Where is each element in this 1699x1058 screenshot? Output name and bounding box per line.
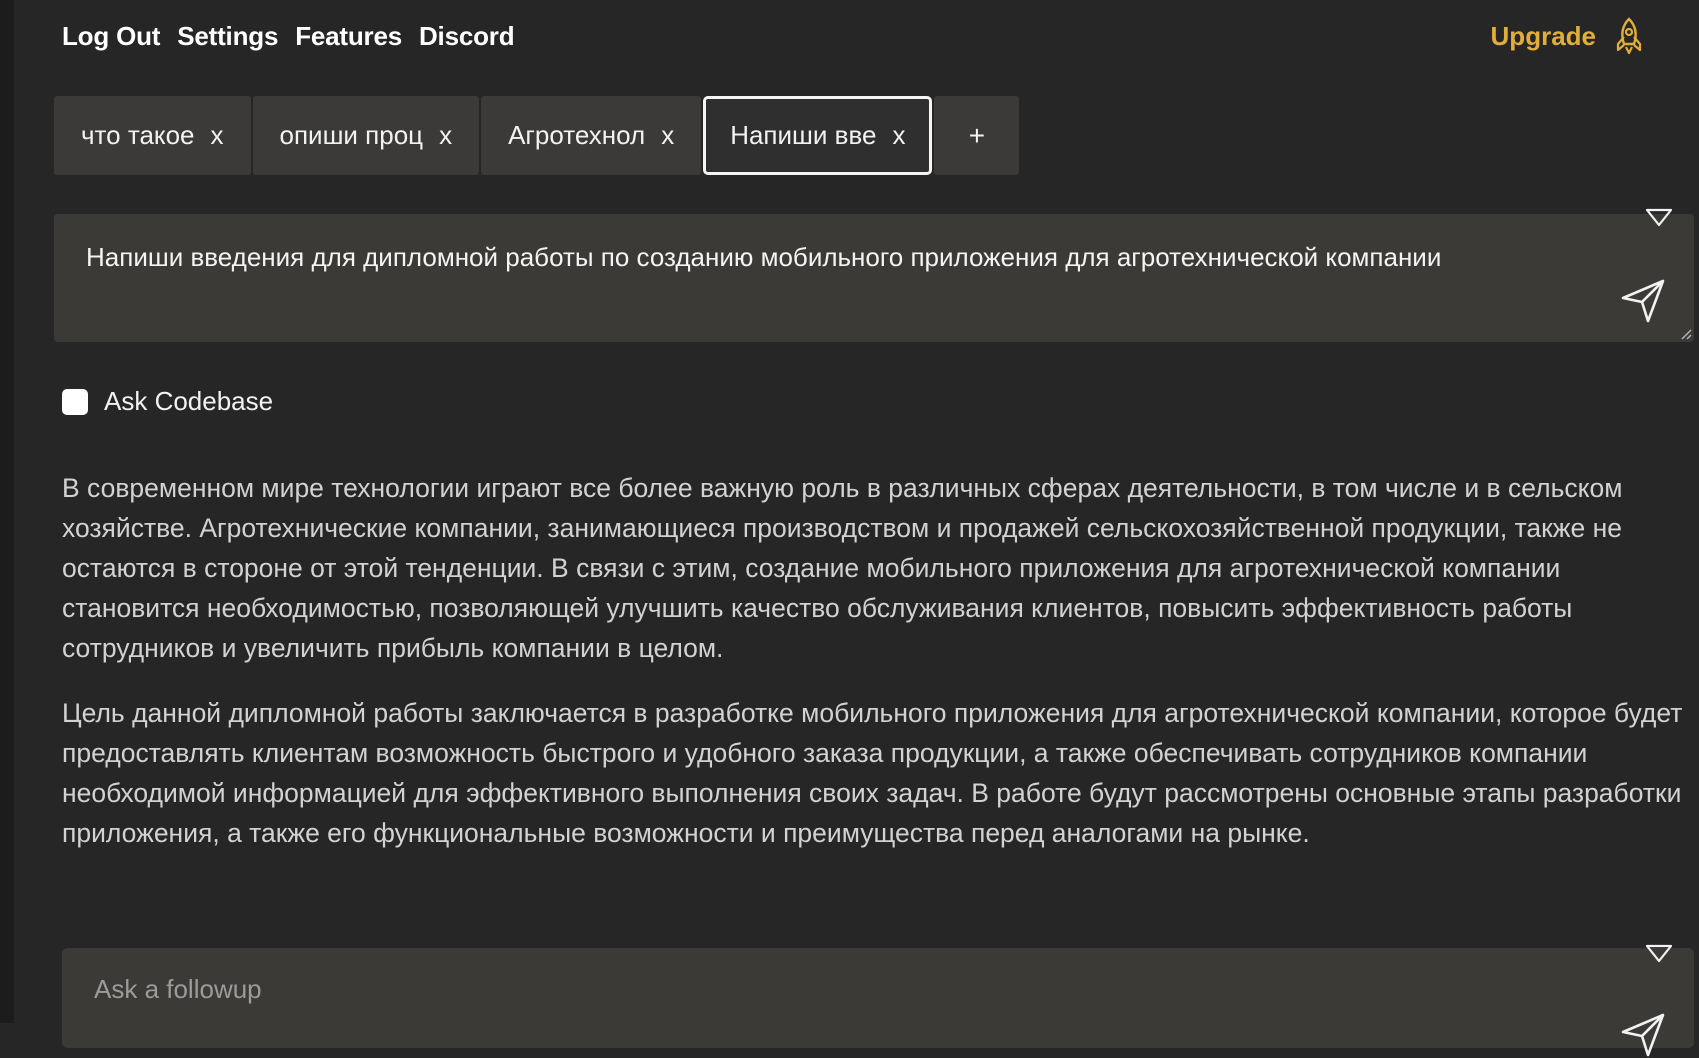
send-icon[interactable] xyxy=(1620,278,1666,324)
prompt-text[interactable]: Напиши введения для дипломной работы по … xyxy=(86,242,1441,273)
answer-text: В современном мире технологии играют все… xyxy=(62,468,1692,878)
tab-label: опиши проц xyxy=(279,120,424,150)
answer-paragraph: Цель данной дипломной работы заключается… xyxy=(62,698,1683,848)
ask-codebase-checkbox[interactable] xyxy=(62,388,88,415)
ask-codebase-option[interactable]: Ask Codebase xyxy=(62,386,273,417)
ask-codebase-label[interactable]: Ask Codebase xyxy=(104,386,273,417)
features-link[interactable]: Features xyxy=(295,21,402,52)
settings-link[interactable]: Settings xyxy=(177,21,278,52)
tab-bar: что такое x опиши проц x Агротехнол x На… xyxy=(54,96,1021,175)
triangle-down-icon[interactable] xyxy=(1644,206,1674,228)
rocket-icon[interactable] xyxy=(1614,17,1644,55)
tab-opishi-proc[interactable]: опиши проц x xyxy=(252,96,480,175)
tab-napishi-vve[interactable]: Напиши вве x xyxy=(703,96,933,175)
tab-chto-takoe[interactable]: что такое x xyxy=(54,96,251,175)
tab-close-icon[interactable]: x xyxy=(439,120,452,151)
tab-close-icon[interactable]: x xyxy=(211,120,224,151)
discord-link[interactable]: Discord xyxy=(419,21,515,52)
left-rail xyxy=(0,0,14,1023)
followup-input[interactable] xyxy=(94,974,1594,1005)
top-nav: Log Out Settings Features Discord xyxy=(62,18,515,54)
add-tab-button[interactable]: + xyxy=(934,96,1020,175)
followup-box[interactable] xyxy=(62,944,1694,1057)
tab-close-icon[interactable]: x xyxy=(661,120,674,151)
triangle-down-icon[interactable] xyxy=(1644,942,1674,964)
tab-label: Напиши вве xyxy=(730,120,877,150)
answer-paragraph: В современном мире технологии играют все… xyxy=(62,473,1623,663)
tab-close-icon[interactable]: x xyxy=(892,120,905,151)
upgrade-button[interactable]: Upgrade xyxy=(1491,14,1644,58)
prompt-box[interactable]: Напиши введения для дипломной работы по … xyxy=(54,208,1694,342)
tab-agrotehnol[interactable]: Агротехнол x xyxy=(481,96,702,175)
resize-handle-icon[interactable] xyxy=(1680,328,1692,340)
upgrade-label[interactable]: Upgrade xyxy=(1491,21,1596,52)
tab-label: Агротехнол xyxy=(508,120,646,150)
tab-label: что такое xyxy=(81,120,195,150)
logout-link[interactable]: Log Out xyxy=(62,21,160,52)
send-icon[interactable] xyxy=(1620,1012,1666,1058)
